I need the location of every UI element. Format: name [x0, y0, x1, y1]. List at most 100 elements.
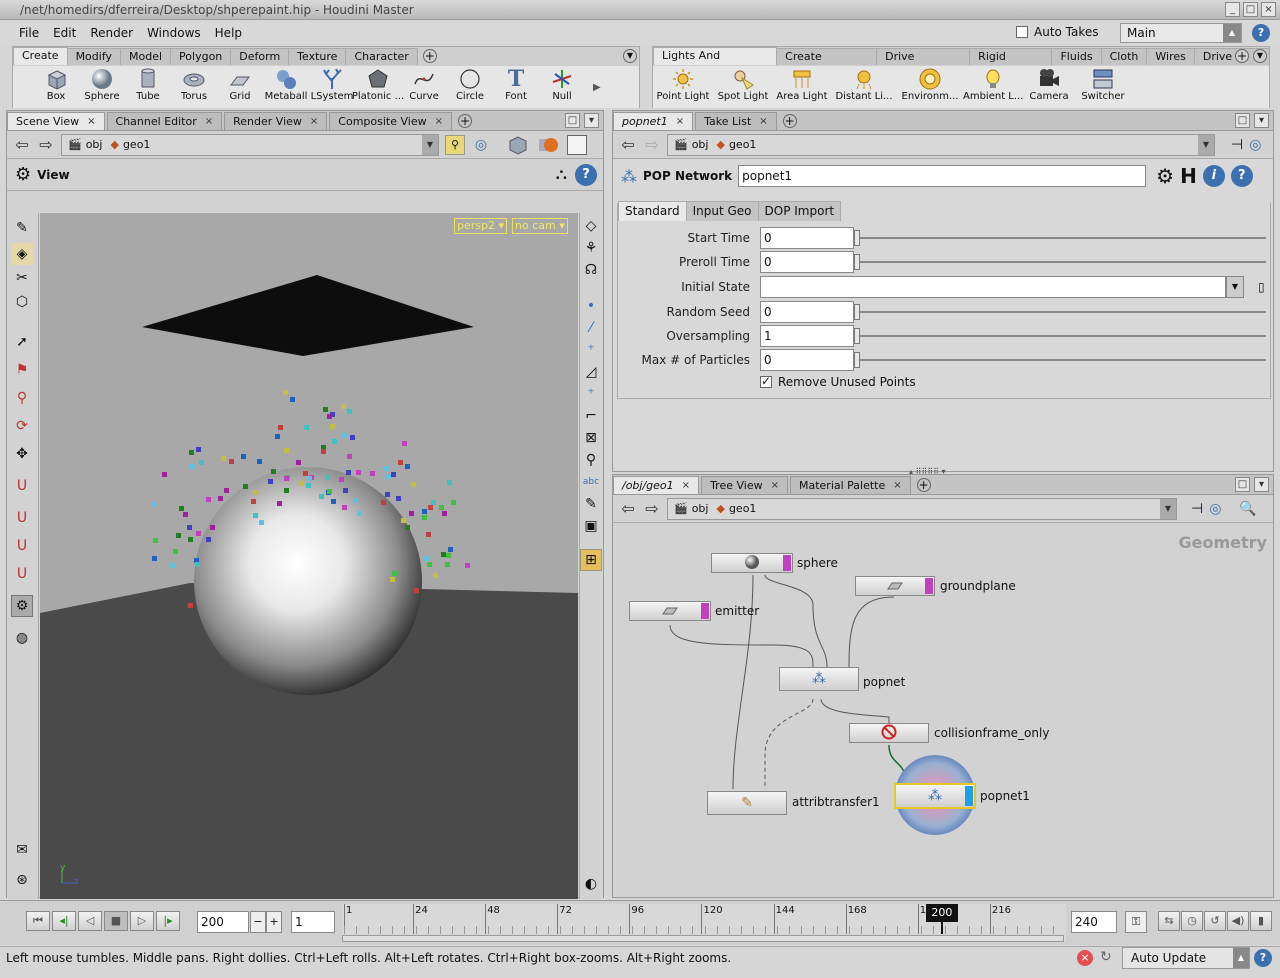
menu-windows[interactable]: Windows — [140, 21, 208, 45]
prim-numbers-icon[interactable]: ⁺ — [580, 383, 602, 405]
pane-menu-icon[interactable]: ▾ — [1254, 113, 1269, 128]
audio-icon[interactable]: ◀) — [1227, 911, 1249, 931]
close-icon[interactable]: × — [435, 113, 443, 130]
close-icon[interactable]: × — [893, 477, 901, 494]
add-tab-icon[interactable]: + — [782, 114, 797, 128]
help-icon[interactable]: ? — [1230, 165, 1253, 187]
select-mode-prims-icon[interactable]: ⬡ — [11, 291, 33, 313]
render-flag[interactable] — [965, 786, 973, 806]
link-icon[interactable]: ◎ — [1249, 137, 1261, 153]
close-window-button[interactable]: × — [1261, 2, 1276, 17]
frame-decrement-button[interactable]: − — [250, 911, 266, 933]
step-back-icon[interactable]: ◂| — [52, 911, 76, 931]
abc-icon[interactable]: abc — [580, 471, 602, 493]
node-collisionframe-only[interactable] — [849, 723, 929, 743]
current-frame-marker[interactable]: 200 — [925, 904, 958, 922]
magnet-icon[interactable]: Ս — [11, 475, 33, 497]
shelf-tab-rigid-bodies[interactable]: Rigid Bodies — [969, 48, 1053, 79]
camera-menu[interactable]: no cam ▾ — [512, 218, 568, 234]
forward-arrow-icon[interactable]: ⇨ — [643, 499, 661, 518]
shelf-scroll-right-icon[interactable]: ▶ — [593, 82, 601, 93]
magnet-scale-icon[interactable]: Ս — [11, 507, 33, 529]
shelf-tab-fluids[interactable]: Fluids — [1051, 48, 1102, 65]
pin-icon[interactable]: ⊣ — [1231, 137, 1243, 153]
shelf-tab-wires[interactable]: Wires — [1146, 48, 1195, 65]
maximize-button[interactable]: □ — [1243, 2, 1258, 17]
network-path-field[interactable]: 🎬 obj ◆ geo1 ▼ — [667, 497, 1177, 520]
info-icon[interactable]: i — [1202, 165, 1225, 187]
shelf-tab-drive-particles[interactable]: Drive Particles — [876, 48, 971, 79]
range-scrollbar[interactable] — [342, 935, 1064, 942]
camera-menu-icon[interactable]: ◐ — [580, 873, 602, 895]
help-icon[interactable]: ? — [1254, 949, 1272, 967]
select-mode-object-icon[interactable]: ✎ — [11, 217, 33, 239]
path-segment-obj[interactable]: 🎬 obj — [68, 138, 102, 151]
add-tab-icon[interactable]: + — [458, 114, 472, 128]
scene-path-field[interactable]: 🎬 obj ◆ geo1 ▼ — [61, 133, 439, 156]
pin-icon[interactable]: ⊣ — [1191, 501, 1203, 517]
handle-icon[interactable]: ⚑ — [11, 359, 33, 381]
preroll-time-slider[interactable] — [854, 251, 1266, 273]
shelf-tab-lights-and-cameras[interactable]: Lights And Cameras — [653, 47, 778, 78]
tool-camera[interactable]: Camera — [1023, 66, 1075, 108]
scale-icon[interactable]: ⚲ — [11, 387, 33, 409]
shelf-tab-modify[interactable]: Modify — [66, 48, 122, 65]
maximize-pane-icon[interactable]: □ — [565, 113, 580, 128]
back-arrow-icon[interactable]: ⇦ — [619, 499, 637, 518]
parm-path-field[interactable]: 🎬 obj ◆ geo1 ▼ — [667, 133, 1215, 156]
select-arrow-icon[interactable]: ➚ — [11, 331, 33, 353]
clock-icon[interactable]: ◷ — [1181, 911, 1203, 931]
display-options-icon[interactable]: ◇ — [580, 215, 602, 237]
add-shelf-icon[interactable]: + — [422, 49, 437, 63]
parm-remove-unused[interactable]: Remove Unused Points — [760, 371, 916, 393]
refresh-icon[interactable]: ↻ — [1100, 949, 1112, 965]
link-icon[interactable]: ◎ — [471, 135, 491, 155]
view-tool-active-icon[interactable]: ⚙ — [11, 595, 33, 617]
oversampling-field[interactable]: 1 — [760, 325, 854, 347]
notes-icon[interactable]: ✉ — [11, 839, 33, 861]
tool-font[interactable]: T Font — [493, 66, 539, 108]
current-frame-field[interactable]: 200 — [197, 911, 249, 933]
tool-switcher[interactable]: Switcher — [1075, 66, 1131, 108]
random-seed-field[interactable]: 0 — [760, 301, 854, 323]
add-tab-icon[interactable]: + — [916, 478, 931, 492]
back-arrow-icon[interactable]: ⇦ — [13, 135, 31, 154]
snapping-icon[interactable]: ⛬ — [556, 164, 567, 186]
pin-icon[interactable]: ⚲ — [445, 134, 465, 155]
background-image-icon[interactable]: ▣ — [580, 515, 602, 537]
tool-box[interactable]: Box — [33, 66, 79, 108]
houdini-h-icon[interactable]: H — [1180, 164, 1197, 188]
maximize-pane-icon[interactable]: □ — [1235, 477, 1250, 492]
shelf-tab-texture[interactable]: Texture — [288, 48, 347, 65]
node-name-field[interactable]: popnet1 — [738, 165, 1147, 187]
shelf-tab-create[interactable]: Create — [13, 47, 68, 65]
shelf-tab-deform[interactable]: Deform — [230, 48, 290, 65]
tab-tree-view[interactable]: Tree View × — [701, 476, 788, 494]
pane-menu-icon[interactable]: ▾ — [1254, 477, 1269, 492]
tab-channel-editor[interactable]: Channel Editor × — [106, 112, 223, 130]
path-segment-obj[interactable]: 🎬 obj — [674, 502, 708, 515]
close-icon[interactable]: × — [310, 113, 318, 130]
max-particles-field[interactable]: 0 — [760, 349, 854, 371]
tool-grid[interactable]: Grid — [217, 66, 263, 108]
link-icon[interactable]: ◎ — [1209, 501, 1221, 517]
tool-torus[interactable]: Torus — [171, 66, 217, 108]
sync-icon[interactable]: ⇆ — [1158, 911, 1180, 931]
back-arrow-icon[interactable]: ⇦ — [619, 135, 637, 154]
frame-step-field[interactable]: 1 — [291, 911, 335, 933]
preroll-time-field[interactable]: 0 — [760, 251, 854, 273]
help-icon[interactable]: ? — [575, 163, 597, 186]
chevron-down-icon[interactable]: ▼ — [422, 134, 438, 155]
background-toggle[interactable] — [567, 134, 587, 155]
magnet-move-icon[interactable]: Ս — [11, 563, 33, 585]
loop-icon[interactable]: ↺ — [1204, 911, 1226, 931]
forward-arrow-icon[interactable]: ⇨ — [37, 135, 55, 154]
display-flag[interactable] — [925, 578, 933, 594]
tool-spot-light[interactable]: Spot Light — [713, 66, 773, 108]
maximize-pane-icon[interactable]: □ — [1235, 113, 1250, 128]
stop-icon[interactable]: ■ — [104, 911, 128, 931]
point-numbers-icon[interactable]: ⁺ — [580, 339, 602, 361]
close-icon[interactable]: × — [676, 113, 684, 130]
step-forward-icon[interactable]: |▸ — [156, 911, 180, 931]
path-segment-obj[interactable]: 🎬 obj — [674, 138, 708, 151]
